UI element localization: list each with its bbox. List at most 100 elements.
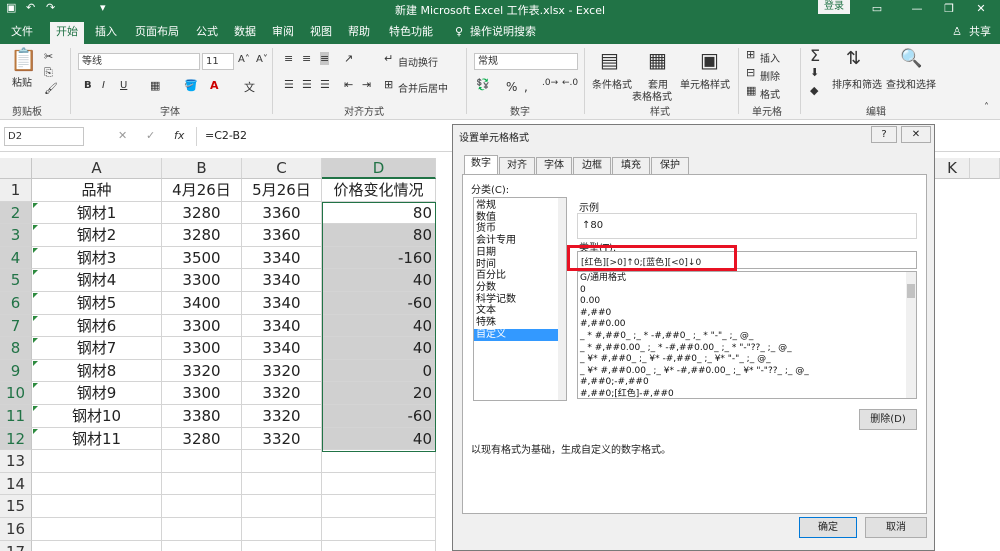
- category-scrollbar[interactable]: [558, 198, 566, 400]
- cell[interactable]: [242, 495, 322, 518]
- align-left-icon[interactable]: ☰: [284, 78, 294, 91]
- row-header[interactable]: 8: [0, 337, 32, 360]
- tab-fill[interactable]: 填充: [612, 157, 650, 174]
- cell[interactable]: [242, 518, 322, 541]
- row-header[interactable]: 1: [0, 179, 32, 202]
- cell[interactable]: 3380: [162, 405, 242, 428]
- enter-icon[interactable]: ✓: [146, 129, 155, 142]
- cell[interactable]: 4月26日: [162, 179, 242, 202]
- cell[interactable]: 5月26日: [242, 179, 322, 202]
- tab-font[interactable]: 字体: [536, 157, 572, 174]
- cell[interactable]: [32, 450, 162, 473]
- row-header[interactable]: 4: [0, 246, 32, 270]
- tab-home[interactable]: 开始: [50, 22, 84, 44]
- cell[interactable]: 钢材11: [32, 427, 162, 451]
- border-icon[interactable]: ▦: [150, 79, 160, 92]
- tab-review[interactable]: 审阅: [266, 22, 300, 44]
- format-code-item[interactable]: _ ¥* #,##0_ ;_ ¥* -#,##0_ ;_ ¥* "-"_ ;_ …: [580, 353, 771, 365]
- login-button[interactable]: 登录: [818, 0, 850, 14]
- tab-insert[interactable]: 插入: [88, 22, 124, 44]
- cut-icon[interactable]: ✂: [44, 50, 53, 63]
- cell[interactable]: 钢材3: [32, 246, 162, 270]
- align-top-icon[interactable]: ≡: [284, 52, 293, 65]
- clear-icon[interactable]: ◆: [810, 84, 818, 97]
- col-header-a[interactable]: A: [32, 158, 162, 179]
- cell[interactable]: 3320: [242, 359, 322, 383]
- row-header[interactable]: 7: [0, 314, 32, 338]
- font-color-icon[interactable]: A: [210, 79, 219, 92]
- cell[interactable]: 3280: [162, 427, 242, 451]
- tab-alignment[interactable]: 对齐: [499, 157, 535, 174]
- tab-protection[interactable]: 保护: [651, 157, 689, 174]
- tell-me-search[interactable]: 操作说明搜索: [470, 22, 550, 44]
- cancel-button[interactable]: 取消: [865, 517, 927, 538]
- cell[interactable]: 3280: [162, 224, 242, 247]
- comma-button[interactable]: ,: [524, 80, 528, 94]
- number-format-select[interactable]: 常规: [474, 53, 578, 70]
- cell[interactable]: [322, 450, 436, 473]
- row-header[interactable]: 12: [0, 427, 32, 451]
- format-code-item[interactable]: 0.00: [580, 295, 600, 307]
- category-item[interactable]: 数值: [474, 212, 558, 224]
- cell[interactable]: 3500: [162, 246, 242, 270]
- cell[interactable]: [242, 472, 322, 496]
- category-item[interactable]: 时间: [474, 259, 558, 271]
- cell[interactable]: 3300: [162, 382, 242, 405]
- tab-file[interactable]: 文件: [4, 22, 40, 44]
- row-header[interactable]: 14: [0, 472, 32, 496]
- tab-number[interactable]: 数字: [464, 155, 498, 175]
- shrink-font-button[interactable]: A˅: [256, 54, 268, 65]
- tab-data[interactable]: 数据: [228, 22, 262, 44]
- row-header[interactable]: 5: [0, 269, 32, 292]
- cell[interactable]: 品种: [32, 179, 162, 202]
- category-item[interactable]: 文本: [474, 305, 558, 317]
- cell[interactable]: 钢材5: [32, 292, 162, 315]
- format-cells-button[interactable]: 格式: [760, 86, 780, 101]
- cell[interactable]: 钢材10: [32, 405, 162, 428]
- category-item[interactable]: 日期: [474, 247, 558, 259]
- cell[interactable]: 3340: [242, 337, 322, 360]
- fill-color-icon[interactable]: 🪣: [184, 79, 198, 92]
- cell[interactable]: 3340: [242, 269, 322, 292]
- cell[interactable]: [32, 472, 162, 496]
- col-header-b[interactable]: B: [162, 158, 242, 179]
- cell[interactable]: [322, 518, 436, 541]
- paste-icon[interactable]: 📋: [10, 48, 37, 73]
- category-item[interactable]: 百分比: [474, 270, 558, 282]
- cell[interactable]: [162, 540, 242, 551]
- cell[interactable]: 3320: [242, 427, 322, 451]
- cell[interactable]: 钢材8: [32, 359, 162, 383]
- italic-button[interactable]: I: [102, 80, 105, 91]
- cell[interactable]: 3340: [242, 314, 322, 338]
- autosum-icon[interactable]: Σ: [810, 46, 820, 65]
- cell[interactable]: 价格变化情况: [322, 179, 436, 202]
- indent-icon[interactable]: ⇤: [344, 78, 353, 91]
- format-code-item[interactable]: _ ¥* #,##0.00_ ;_ ¥* -#,##0.00_ ;_ ¥* "-…: [580, 365, 809, 377]
- cell[interactable]: 钢材6: [32, 314, 162, 338]
- format-code-item[interactable]: _ * #,##0_ ;_ * -#,##0_ ;_ * "-"_ ;_ @_: [580, 330, 753, 342]
- merge-center-button[interactable]: 合并后居中: [398, 80, 448, 95]
- format-code-item[interactable]: _ * #,##0.00_ ;_ * -#,##0.00_ ;_ * "-"??…: [580, 342, 792, 354]
- row-header[interactable]: 9: [0, 359, 32, 383]
- cell[interactable]: 3360: [242, 201, 322, 225]
- cell[interactable]: 钢材1: [32, 201, 162, 225]
- find-select-button[interactable]: 查找和选择: [886, 76, 936, 91]
- insert-cells-button[interactable]: 插入: [760, 50, 780, 65]
- help-button[interactable]: ?: [871, 126, 897, 143]
- cell[interactable]: 3320: [162, 359, 242, 383]
- outdent-icon[interactable]: ⇥: [362, 78, 371, 91]
- format-list-scrollbar[interactable]: [906, 272, 916, 398]
- col-header-k[interactable]: K: [934, 158, 970, 179]
- decrease-decimal-icon[interactable]: ←.0: [562, 78, 578, 88]
- ribbon-display-icon[interactable]: ▭: [862, 0, 892, 18]
- font-size-select[interactable]: 11: [202, 53, 234, 70]
- select-all-corner[interactable]: [0, 158, 32, 179]
- format-code-item[interactable]: #,##0;-#,##0: [580, 376, 649, 388]
- restore-icon[interactable]: ❐: [934, 0, 964, 18]
- minimize-icon[interactable]: —: [902, 0, 932, 18]
- delete-format-button[interactable]: 删除(D): [859, 409, 917, 430]
- grow-font-button[interactable]: A˄: [238, 54, 250, 65]
- tab-border[interactable]: 边框: [573, 157, 611, 174]
- row-header[interactable]: 15: [0, 495, 32, 518]
- close-icon[interactable]: ✕: [966, 0, 996, 18]
